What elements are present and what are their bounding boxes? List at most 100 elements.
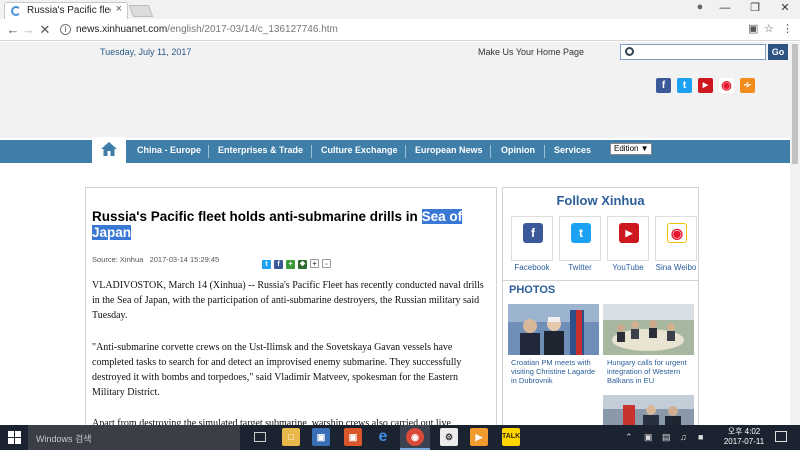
minimize-icon[interactable]: —	[710, 0, 740, 18]
share-plus-icon[interactable]: +	[286, 260, 295, 269]
follow-weibo-label[interactable]: Sina Weibo	[651, 263, 701, 272]
photos-title: PHOTOS	[509, 284, 556, 296]
zoom-out-icon[interactable]: -	[322, 259, 331, 268]
url-host: news.xinhuanet.com	[76, 24, 168, 35]
tray-network-icon[interactable]: ▤	[662, 432, 671, 443]
bookmark-star-icon[interactable]: ☆	[764, 22, 774, 35]
kakaotalk-icon[interactable]: TALK	[502, 428, 520, 446]
zoom-in-icon[interactable]: +	[310, 259, 319, 268]
photo-thumbnail[interactable]	[508, 395, 599, 425]
file-explorer-icon[interactable]: □	[282, 428, 300, 446]
tray-language-icon[interactable]: ■	[698, 432, 703, 442]
follow-youtube[interactable]: ▶	[607, 216, 649, 261]
article-paragraph: "Anti-submarine corvette crews on the Us…	[92, 342, 462, 398]
close-window-icon[interactable]: ✕	[770, 0, 800, 18]
nav-opinion[interactable]: Opinion	[501, 145, 535, 155]
taskbar-clock[interactable]: 오후 4:02 2017-07-11	[720, 427, 768, 447]
article-paragraph: Apart from destroying the simulated targ…	[92, 418, 451, 425]
nav-china-europe[interactable]: China - Europe	[137, 145, 201, 155]
follow-facebook[interactable]: f	[511, 216, 553, 261]
nav-european-news[interactable]: European News	[415, 145, 483, 155]
scrollbar-thumb[interactable]	[792, 44, 798, 164]
headline-text: Russia's Pacific fleet holds anti-submar…	[92, 209, 422, 224]
main-navbar: China - Europe Enterprises & Trade Cultu…	[0, 137, 800, 163]
notification-center-icon[interactable]	[775, 431, 787, 442]
photo-caption[interactable]: Hungary calls for urgent integration of …	[607, 358, 698, 385]
nav-culture-exchange[interactable]: Culture Exchange	[321, 145, 398, 155]
article-paragraph: VLADIVOSTOK, March 14 (Xinhua) -- Russia…	[92, 280, 484, 321]
internet-explorer-icon[interactable]: e	[374, 428, 392, 446]
article-box: Russia's Pacific fleet holds anti-submar…	[85, 187, 497, 425]
photos-box: PHOTOS Croatian PM meets with visiting C…	[502, 280, 699, 425]
follow-youtube-label[interactable]: YouTube	[605, 263, 651, 272]
search-go-button[interactable]: Go	[768, 44, 788, 60]
tab-title: Russia's Pacific fleet holds	[27, 5, 111, 16]
address-bar[interactable]: i news.xinhuanet.com/english/2017-03/14/…	[54, 21, 754, 39]
taskbar-app-icon[interactable]: ▣	[312, 428, 330, 446]
share-more-icon[interactable]: ❖	[298, 260, 307, 269]
photo-thumbnail[interactable]	[603, 395, 694, 425]
windows-search-box[interactable]: Windows 검색	[28, 425, 240, 450]
home-icon	[101, 142, 117, 156]
header-date: Tuesday, July 11, 2017	[100, 47, 192, 57]
photo-caption[interactable]: Croatian PM meets with visiting Christin…	[511, 358, 602, 385]
photo-thumbnail[interactable]	[603, 304, 694, 355]
taskbar-app-icon[interactable]: ⚙	[440, 428, 458, 446]
nav-home-tab[interactable]	[92, 137, 126, 163]
browser-toolbar: ← → ✕ i news.xinhuanet.com/english/2017-…	[0, 19, 800, 41]
share-twitter-icon[interactable]: t	[262, 260, 271, 269]
follow-facebook-label[interactable]: Facebook	[509, 263, 555, 272]
share-facebook-icon[interactable]: f	[274, 260, 283, 269]
article-source: Source: Xinhua	[92, 255, 144, 264]
web-page: Tuesday, July 11, 2017 Make Us Your Home…	[0, 42, 800, 425]
article-timestamp: 2017-03-14 15:29:45	[149, 255, 220, 264]
loading-spinner-icon	[11, 6, 21, 16]
stop-loading-icon[interactable]: ✕	[36, 21, 54, 39]
translate-icon[interactable]: ▣	[748, 22, 758, 35]
new-tab-button[interactable]	[128, 5, 154, 17]
tray-app-icon[interactable]: ▣	[644, 432, 653, 443]
page-scrollbar[interactable]	[790, 42, 800, 425]
menu-dots-icon[interactable]: ⋮	[782, 22, 793, 35]
search-icon	[625, 47, 634, 56]
media-player-icon[interactable]: ▶	[470, 428, 488, 446]
youtube-icon: ▶	[619, 223, 639, 243]
clock-time: 오후 4:02	[727, 427, 761, 436]
twitter-icon[interactable]: t	[677, 78, 692, 93]
make-home-page-link[interactable]: Make Us Your Home Page	[478, 47, 584, 57]
twitter-icon: t	[571, 223, 591, 243]
headline-selected-text: Sea of	[421, 209, 463, 224]
nav-separator	[405, 145, 406, 158]
nav-enterprises-trade[interactable]: Enterprises & Trade	[218, 145, 303, 155]
facebook-icon[interactable]: f	[656, 78, 671, 93]
rss-icon[interactable]: ∻	[740, 78, 755, 93]
nav-services[interactable]: Services	[554, 145, 591, 155]
youtube-icon[interactable]: ▶	[698, 78, 713, 93]
tray-chevron-icon[interactable]: ⌃	[625, 432, 633, 443]
windows-start-icon[interactable]	[8, 431, 21, 444]
taskbar-app-icon[interactable]: ▣	[344, 428, 362, 446]
nav-separator	[544, 145, 545, 158]
user-profile-icon[interactable]: ●	[693, 1, 707, 15]
follow-weibo[interactable]: ◉	[655, 216, 697, 261]
nav-separator	[311, 145, 312, 158]
nav-separator	[490, 145, 491, 158]
follow-twitter-label[interactable]: Twitter	[557, 263, 603, 272]
forward-arrow-icon[interactable]: →	[19, 21, 37, 39]
browser-tab[interactable]: Russia's Pacific fleet holds ×	[4, 2, 128, 19]
photo-thumbnail[interactable]	[508, 304, 599, 355]
edition-select[interactable]: Edition ▼	[610, 143, 652, 155]
tray-volume-icon[interactable]: ♫	[680, 432, 687, 442]
chrome-icon[interactable]: ◉	[406, 428, 424, 446]
site-search-input[interactable]	[637, 46, 763, 58]
weibo-icon[interactable]: ◉	[719, 78, 734, 93]
tab-close-icon[interactable]: ×	[116, 3, 122, 15]
task-view-icon[interactable]	[254, 432, 266, 442]
clock-date: 2017-07-11	[723, 437, 765, 446]
info-icon[interactable]: i	[60, 24, 71, 35]
url-text[interactable]: news.xinhuanet.com/english/2017-03/14/c_…	[76, 24, 338, 35]
weibo-icon: ◉	[667, 223, 687, 243]
restore-icon[interactable]: ❐	[740, 0, 770, 18]
windows-search-text: Windows 검색	[36, 434, 92, 444]
follow-twitter[interactable]: t	[559, 216, 601, 261]
